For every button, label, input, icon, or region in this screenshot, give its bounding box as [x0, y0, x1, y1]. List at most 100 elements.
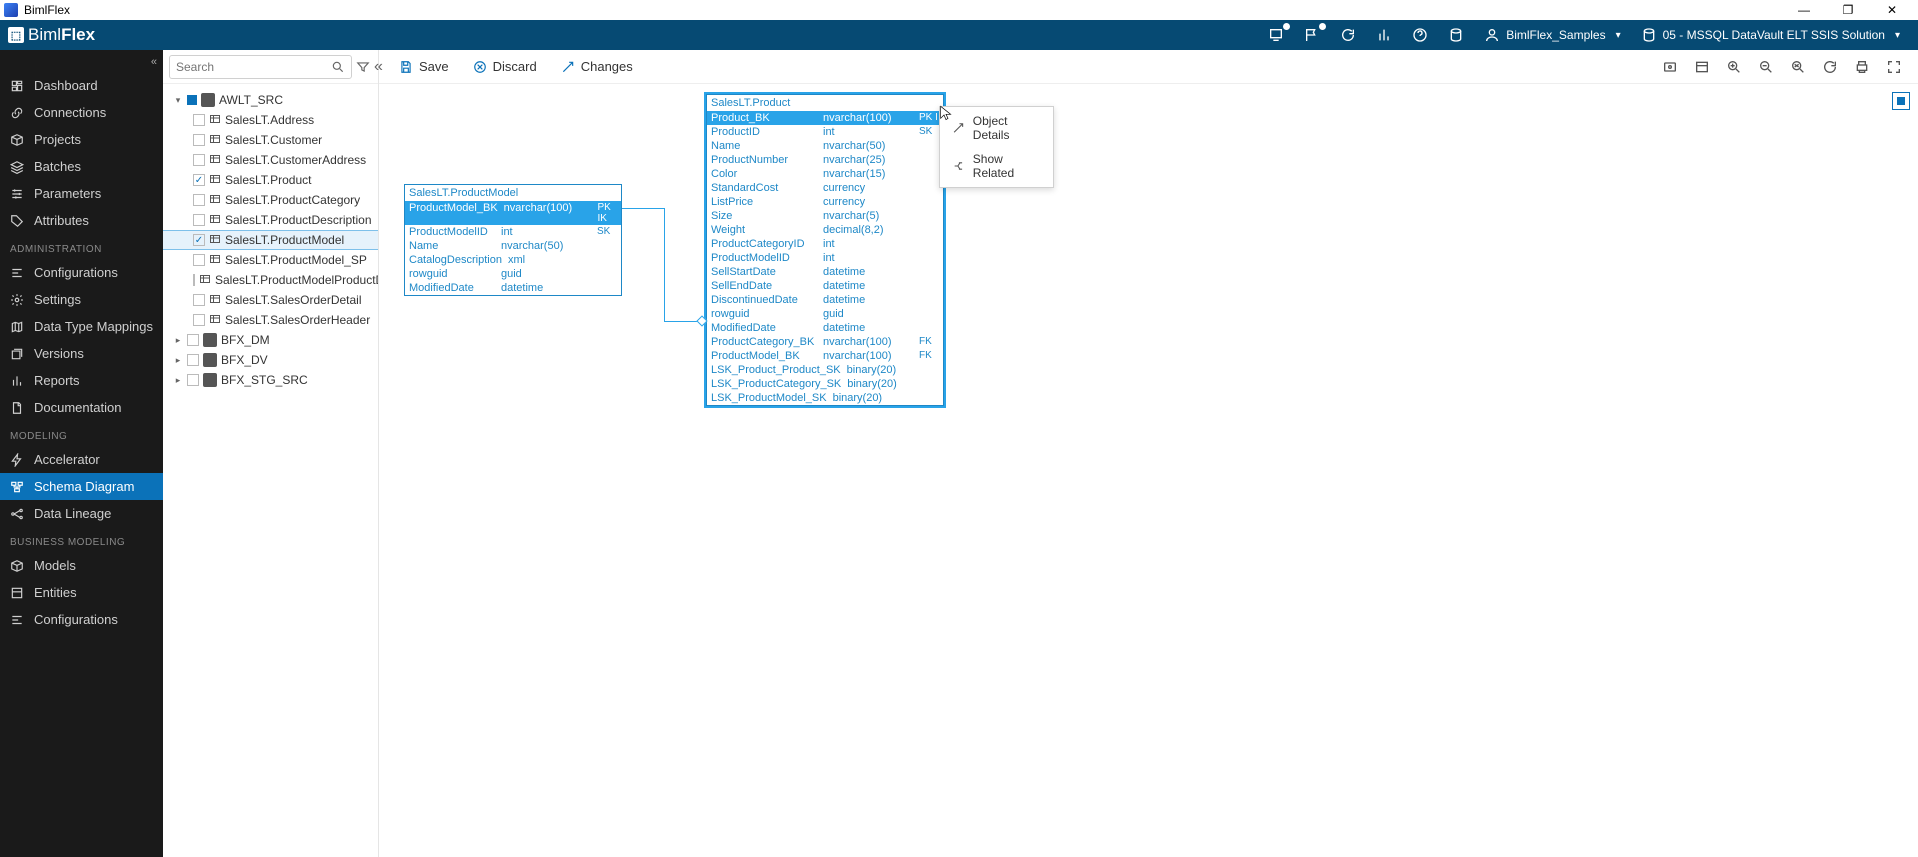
tree-table[interactable]: SalesLT.Customer — [163, 130, 378, 150]
sidebar-item-reports[interactable]: Reports — [0, 367, 163, 394]
column-row[interactable]: StandardCostcurrency — [707, 181, 943, 195]
checkbox[interactable] — [193, 214, 205, 226]
column-row[interactable]: rowguidguid — [707, 307, 943, 321]
entity-productmodel[interactable]: SalesLT.ProductModel ProductModel_BKnvar… — [404, 184, 622, 296]
sidebar-item-batches[interactable]: Batches — [0, 153, 163, 180]
print-button[interactable] — [1848, 54, 1876, 80]
sidebar-item-settings[interactable]: Settings — [0, 286, 163, 313]
zoom-fit-button[interactable] — [1784, 54, 1812, 80]
column-row[interactable]: LSK_ProductModel_SKbinary(20) — [707, 391, 943, 405]
layout-button[interactable] — [1688, 54, 1716, 80]
checkbox[interactable] — [193, 234, 205, 246]
screenshot-button[interactable] — [1656, 54, 1684, 80]
zoom-in-button[interactable] — [1720, 54, 1748, 80]
checkbox[interactable] — [193, 314, 205, 326]
sidebar-item-schema-diagram[interactable]: Schema Diagram — [0, 473, 163, 500]
column-row[interactable]: LSK_ProductCategory_SKbinary(20) — [707, 377, 943, 391]
refresh-button[interactable] — [1330, 20, 1366, 50]
zoom-out-button[interactable] — [1752, 54, 1780, 80]
tree-table[interactable]: SalesLT.SalesOrderDetail — [163, 290, 378, 310]
column-row[interactable]: ProductModel_BKnvarchar(100)FK — [707, 349, 943, 363]
tree-table[interactable]: SalesLT.Address — [163, 110, 378, 130]
tree-source[interactable]: ▸BFX_STG_SRC — [163, 370, 378, 390]
reports-button[interactable] — [1366, 20, 1402, 50]
window-close[interactable]: ✕ — [1870, 0, 1914, 20]
tree-search-box[interactable] — [169, 55, 352, 79]
column-row[interactable]: ProductCategory_BKnvarchar(100)FK — [707, 335, 943, 349]
checkbox[interactable] — [193, 154, 205, 166]
column-row[interactable]: ProductIDintSK — [707, 125, 943, 139]
column-row[interactable]: SellStartDatedatetime — [707, 265, 943, 279]
tree-table[interactable]: SalesLT.Product — [163, 170, 378, 190]
column-row[interactable]: Colornvarchar(15) — [707, 167, 943, 181]
diagram-canvas[interactable]: SalesLT.ProductModel ProductModel_BKnvar… — [379, 84, 1918, 857]
checkbox[interactable] — [193, 294, 205, 306]
refresh-canvas-button[interactable] — [1816, 54, 1844, 80]
tree-table[interactable]: SalesLT.ProductCategory — [163, 190, 378, 210]
column-row[interactable]: Namenvarchar(50) — [707, 139, 943, 153]
sidebar-item-documentation[interactable]: Documentation — [0, 394, 163, 421]
ctx-show-related[interactable]: Show Related — [940, 147, 1053, 185]
changes-button[interactable]: Changes — [551, 54, 643, 80]
discard-button[interactable]: Discard — [463, 54, 547, 80]
sidebar-item-entities[interactable]: Entities — [0, 579, 163, 606]
tree-filter-button[interactable] — [356, 56, 370, 78]
entity-product[interactable]: SalesLT.Product Product_BKnvarchar(100)P… — [706, 94, 944, 406]
tree-source[interactable]: ▸BFX_DM — [163, 330, 378, 350]
sidebar-item-parameters[interactable]: Parameters — [0, 180, 163, 207]
sidebar-item-versions[interactable]: Versions — [0, 340, 163, 367]
checkbox[interactable] — [193, 274, 195, 286]
sidebar-collapse-button[interactable]: « — [151, 56, 157, 68]
tree-table[interactable]: SalesLT.ProductModelProductDes... — [163, 270, 378, 290]
tree-table[interactable]: SalesLT.CustomerAddress — [163, 150, 378, 170]
column-row[interactable]: Namenvarchar(50) — [405, 239, 621, 253]
column-row[interactable]: ProductModelIDintSK — [405, 225, 621, 239]
database-button[interactable] — [1438, 20, 1474, 50]
column-row[interactable]: Sizenvarchar(5) — [707, 209, 943, 223]
sidebar-item-data-lineage[interactable]: Data Lineage — [0, 500, 163, 527]
sidebar-item-dashboard[interactable]: Dashboard — [0, 72, 163, 99]
tree-table[interactable]: SalesLT.SalesOrderHeader — [163, 310, 378, 330]
sidebar-item-accelerator[interactable]: Accelerator — [0, 446, 163, 473]
flags-button[interactable] — [1294, 20, 1330, 50]
sidebar-item-connections[interactable]: Connections — [0, 99, 163, 126]
checkbox[interactable] — [193, 254, 205, 266]
column-row[interactable]: ModifiedDatedatetime — [405, 281, 621, 295]
column-row[interactable]: LSK_Product_Product_SKbinary(20) — [707, 363, 943, 377]
tree-source[interactable]: ▾AWLT_SRC — [163, 90, 378, 110]
tree-source[interactable]: ▸BFX_DV — [163, 350, 378, 370]
column-row[interactable]: Product_BKnvarchar(100)PK I — [707, 111, 943, 125]
checkbox[interactable] — [193, 174, 205, 186]
column-row[interactable]: CatalogDescriptionxml — [405, 253, 621, 267]
canvas-fullscreen-badge[interactable] — [1892, 92, 1910, 110]
sidebar-item-configurations[interactable]: Configurations — [0, 606, 163, 633]
window-minimize[interactable]: — — [1782, 0, 1826, 20]
sidebar-item-configurations[interactable]: Configurations — [0, 259, 163, 286]
column-row[interactable]: ProductModelIDint — [707, 251, 943, 265]
checkbox[interactable] — [193, 194, 205, 206]
solution-dropdown[interactable]: 05 - MSSQL DataVault ELT SSIS Solution ▾ — [1631, 20, 1910, 50]
checkbox[interactable] — [193, 114, 205, 126]
sidebar-item-data-type-mappings[interactable]: Data Type Mappings — [0, 313, 163, 340]
save-button[interactable]: Save — [389, 54, 459, 80]
column-row[interactable]: Weightdecimal(8,2) — [707, 223, 943, 237]
sidebar-item-attributes[interactable]: Attributes — [0, 207, 163, 234]
column-row[interactable]: ProductCategoryIDint — [707, 237, 943, 251]
ctx-object-details[interactable]: Object Details — [940, 109, 1053, 147]
column-row[interactable]: ModifiedDatedatetime — [707, 321, 943, 335]
customer-dropdown[interactable]: BimlFlex_Samples ▾ — [1474, 20, 1630, 50]
sidebar-item-models[interactable]: Models — [0, 552, 163, 579]
column-row[interactable]: ProductModel_BKnvarchar(100)PK IK — [405, 201, 621, 225]
tree-search-input[interactable] — [176, 60, 331, 74]
column-row[interactable]: ProductNumbernvarchar(25) — [707, 153, 943, 167]
window-maximize[interactable]: ❐ — [1826, 0, 1870, 20]
help-button[interactable] — [1402, 20, 1438, 50]
column-row[interactable]: ListPricecurrency — [707, 195, 943, 209]
tree-table[interactable]: SalesLT.ProductModel — [163, 230, 378, 250]
checkbox[interactable] — [193, 134, 205, 146]
column-row[interactable]: SellEndDatedatetime — [707, 279, 943, 293]
fullscreen-button[interactable] — [1880, 54, 1908, 80]
column-row[interactable]: DiscontinuedDatedatetime — [707, 293, 943, 307]
tree-table[interactable]: SalesLT.ProductModel_SP — [163, 250, 378, 270]
notifications-button[interactable] — [1258, 20, 1294, 50]
